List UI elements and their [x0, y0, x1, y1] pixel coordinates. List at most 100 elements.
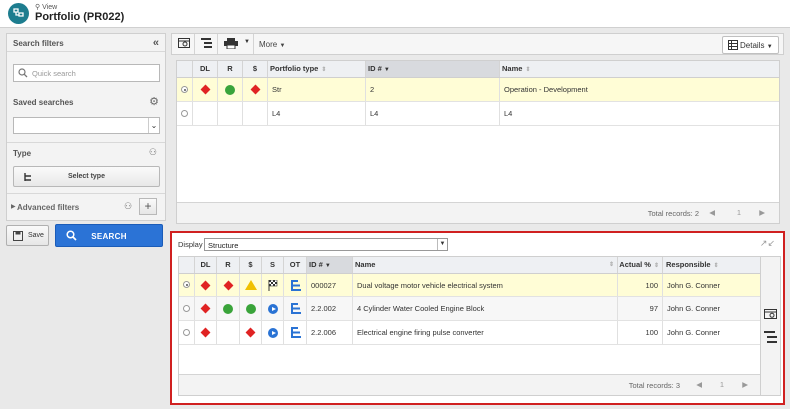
table-row[interactable]: 000027 Dual voltage motor vehicle electr… — [179, 274, 760, 297]
next-page-icon[interactable]: ▶ — [759, 208, 765, 217]
column-header-cost[interactable]: $ — [243, 61, 268, 77]
chevron-down-icon[interactable]: ▼ — [437, 239, 447, 250]
column-header-dl[interactable]: DL — [195, 257, 217, 273]
select-type-button[interactable]: Select type — [13, 166, 160, 187]
portfolio-type-cell: Str — [268, 78, 366, 101]
advanced-filters-toggle[interactable]: Advanced filters — [17, 203, 79, 212]
name-cell: Operation - Development — [504, 85, 588, 94]
responsible-cell: John G. Conner — [667, 328, 720, 337]
dl-cell — [193, 78, 218, 101]
expand-icon[interactable]: ↗↙ — [760, 238, 775, 249]
id-cell: 2.2.006 — [307, 321, 353, 344]
more-menu[interactable]: More ▼ — [259, 40, 285, 49]
clear-brush-icon[interactable]: ⚇ — [124, 201, 132, 212]
app-logo-icon[interactable] — [8, 3, 29, 24]
main-toolbar: ▼ More ▼ Details ▼ — [171, 33, 784, 55]
row-select-cell[interactable] — [179, 321, 195, 344]
row-radio[interactable] — [181, 110, 188, 117]
column-header-r[interactable]: R — [218, 61, 243, 77]
display-select[interactable]: Structure ▼ — [204, 238, 448, 251]
grid-header: DL R $ Portfolio type ⇕ ID # ▼ Name ⇕ — [177, 61, 779, 78]
responsible-cell: John G. Conner — [667, 281, 720, 290]
grid-header: DL R $ S OT ID # ▼ Name ⇕ Actual % ⇕ Respo… — [179, 257, 760, 274]
table-row[interactable]: Str 2 Operation - Development — [177, 78, 779, 102]
column-label: Actual % — [619, 260, 651, 269]
sort-desc-icon: ▼ — [383, 67, 390, 73]
row-select-cell[interactable] — [179, 297, 195, 320]
column-header-r[interactable]: R — [217, 257, 240, 273]
red-diamond-icon — [200, 84, 211, 95]
view-record-button[interactable] — [172, 34, 195, 54]
details-button[interactable]: Details ▼ — [722, 36, 779, 54]
clear-brush-icon[interactable]: ⚇ — [149, 147, 157, 158]
column-header-dl[interactable]: DL — [193, 61, 218, 77]
s-cell — [262, 274, 284, 296]
cost-cell — [240, 274, 262, 296]
cost-cell — [240, 321, 262, 344]
search-button[interactable]: SEARCH — [55, 224, 163, 247]
row-radio[interactable] — [183, 305, 190, 312]
table-row[interactable]: 2.2.006 Electrical engine firing pulse c… — [179, 321, 760, 345]
add-filter-button[interactable]: + — [139, 198, 157, 215]
view-label: ⚲ View — [35, 3, 57, 11]
blue-play-icon — [268, 328, 278, 338]
print-icon — [224, 38, 238, 49]
column-header-ot[interactable]: OT — [284, 257, 307, 273]
chevron-down-icon: ▼ — [279, 43, 286, 49]
column-header-portfolio-type[interactable]: Portfolio type ⇕ — [268, 61, 366, 77]
more-label: More — [259, 40, 278, 49]
red-diamond-icon — [245, 327, 256, 338]
chevron-right-icon[interactable]: ▶ — [11, 203, 16, 210]
column-header-id[interactable]: ID # ▼ — [307, 257, 353, 273]
row-select-cell[interactable] — [177, 78, 193, 101]
chevron-down-icon[interactable]: ⌄ — [148, 118, 159, 133]
sort-icon: ⇕ — [608, 262, 614, 268]
column-header-name[interactable]: Name ⇕ — [353, 257, 618, 273]
id-cell: 000027 — [307, 274, 353, 296]
saved-searches-select[interactable]: ⌄ — [13, 117, 160, 134]
r-cell — [217, 297, 240, 320]
structure-button[interactable] — [195, 34, 218, 54]
column-label: Name — [502, 64, 523, 73]
total-records: Total records: 2 — [647, 209, 699, 218]
next-page-icon[interactable]: ▶ — [742, 380, 748, 389]
row-select-cell[interactable] — [177, 102, 193, 125]
prev-page-icon[interactable]: ◀ — [709, 208, 715, 217]
row-radio[interactable] — [181, 86, 188, 93]
view-icon[interactable] — [764, 309, 777, 320]
actual-cell: 100 — [618, 321, 663, 344]
column-header-id[interactable]: ID # ▼ — [366, 61, 500, 77]
table-row[interactable]: L4 L4 L4 — [177, 102, 779, 126]
print-button[interactable]: ▼ — [218, 34, 254, 54]
table-row[interactable]: 2.2.002 4 Cylinder Water Cooled Engine B… — [179, 297, 760, 321]
collapse-icon[interactable]: « — [153, 37, 159, 49]
id-cell: 2 — [366, 78, 500, 101]
row-radio[interactable] — [183, 281, 190, 288]
divider — [7, 193, 165, 194]
save-icon — [13, 231, 23, 241]
column-header-cost[interactable]: $ — [240, 257, 262, 273]
select-column-header — [179, 257, 195, 273]
row-select-cell[interactable] — [179, 274, 195, 296]
save-button[interactable]: Save — [6, 225, 49, 246]
green-circle-icon — [223, 304, 233, 314]
gear-icon[interactable]: ⚙ — [149, 95, 159, 108]
sort-icon: ⇕ — [525, 67, 531, 73]
tree-structure-icon — [291, 280, 301, 291]
search-icon: ⚲ — [35, 4, 41, 11]
quick-search-input[interactable]: Quick search — [13, 64, 160, 82]
column-header-name[interactable]: Name ⇕ — [500, 61, 781, 77]
column-header-s[interactable]: S — [262, 257, 284, 273]
row-radio[interactable] — [183, 329, 190, 336]
tree-structure-icon — [291, 327, 301, 338]
save-label: Save — [28, 232, 44, 239]
r-cell — [218, 102, 243, 125]
column-header-actual[interactable]: Actual % ⇕ — [618, 257, 663, 273]
prev-page-icon[interactable]: ◀ — [696, 380, 702, 389]
column-label: Name — [355, 260, 376, 269]
tree-structure-icon[interactable] — [764, 331, 777, 343]
column-header-responsible[interactable]: Responsible ⇕ — [663, 257, 762, 273]
id-cell: L4 — [366, 102, 500, 125]
responsible-cell: John G. Conner — [667, 304, 720, 313]
dl-cell — [195, 321, 217, 344]
